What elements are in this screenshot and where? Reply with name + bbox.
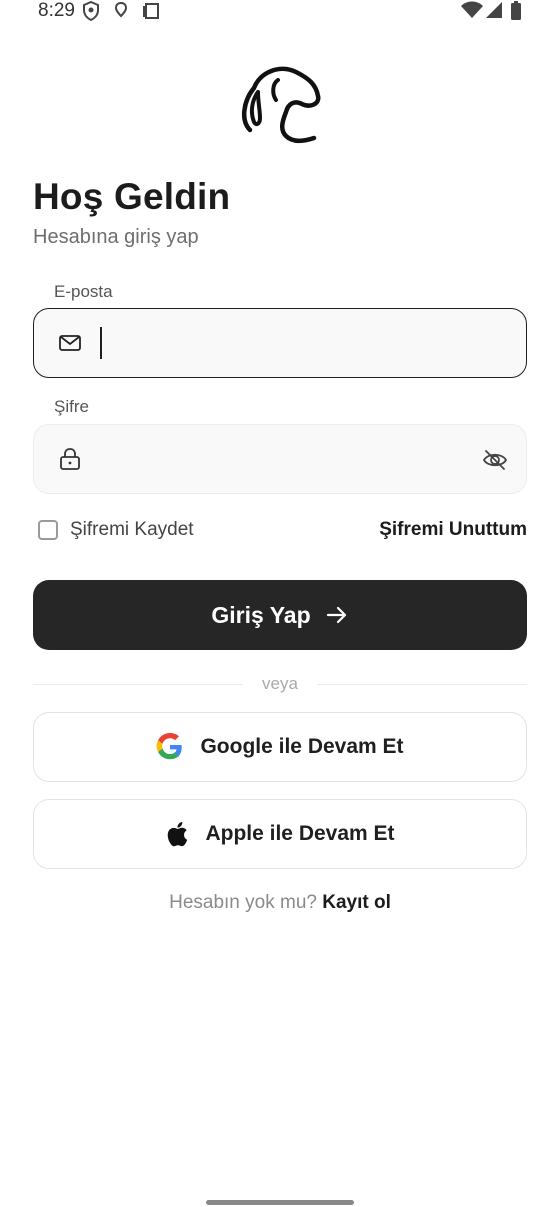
login-button-label: Giriş Yap bbox=[211, 601, 311, 628]
google-login-button[interactable]: Google ile Devam Et bbox=[33, 712, 527, 782]
status-time: 8:29 bbox=[38, 0, 75, 21]
signup-row: Hesabın yok mu? Kayıt ol bbox=[0, 892, 560, 914]
login-button[interactable]: Giriş Yap bbox=[33, 580, 527, 650]
apple-button-label: Apple ile Devam Et bbox=[205, 822, 395, 845]
page-subtitle: Hesabına giriş yap bbox=[33, 226, 199, 248]
password-label: Şifre bbox=[54, 397, 89, 416]
page-title: Hoş Geldin bbox=[33, 176, 231, 217]
eye-off-icon[interactable] bbox=[482, 447, 508, 473]
location-icon bbox=[114, 1, 128, 18]
remember-label[interactable]: Şifremi Kaydet bbox=[70, 519, 194, 541]
wifi-icon bbox=[461, 1, 483, 18]
signup-link[interactable]: Kayıt ol bbox=[322, 892, 391, 913]
forgot-password-link[interactable]: Şifremi Unuttum bbox=[379, 519, 527, 541]
dog-logo-icon bbox=[241, 66, 321, 143]
password-field[interactable] bbox=[33, 424, 527, 494]
shield-icon bbox=[83, 1, 99, 21]
battery-icon bbox=[511, 1, 521, 20]
arrow-right-icon bbox=[326, 606, 346, 624]
signal-icon bbox=[486, 2, 502, 18]
divider-text: veya bbox=[262, 674, 298, 693]
google-button-label: Google ile Devam Et bbox=[200, 735, 404, 758]
clipboard-icon bbox=[143, 3, 159, 19]
remember-checkbox[interactable] bbox=[38, 520, 58, 540]
lock-icon bbox=[60, 448, 80, 470]
signup-prompt: Hesabın yok mu? bbox=[169, 892, 317, 913]
apple-login-button[interactable]: Apple ile Devam Et bbox=[33, 799, 527, 869]
status-bar: 8:29 bbox=[0, 0, 560, 24]
email-field[interactable] bbox=[33, 308, 527, 378]
mail-icon bbox=[59, 335, 81, 351]
home-indicator[interactable] bbox=[206, 1200, 354, 1205]
apple-icon bbox=[168, 822, 188, 847]
email-label: E-posta bbox=[54, 282, 113, 301]
google-icon bbox=[157, 733, 183, 760]
text-caret bbox=[100, 327, 102, 359]
